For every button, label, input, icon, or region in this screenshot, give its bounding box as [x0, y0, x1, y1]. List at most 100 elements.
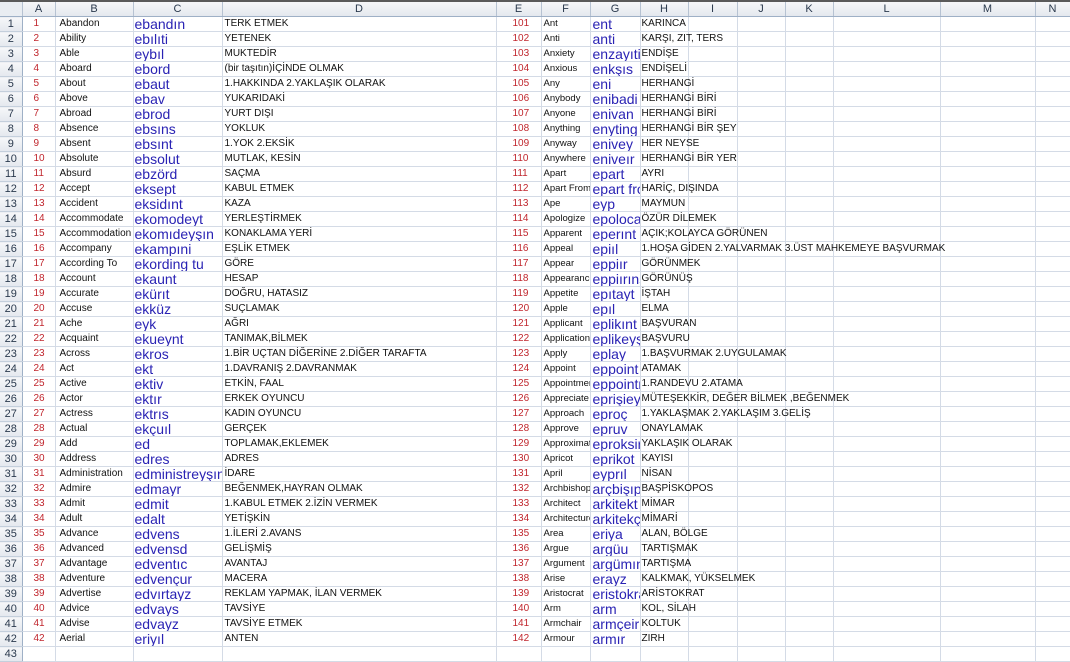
cell-pronunciation[interactable]: eppiırıns	[590, 271, 641, 287]
empty-cell[interactable]	[940, 346, 1036, 362]
cell-turkish-meaning[interactable]: HESAP	[222, 271, 497, 287]
empty-cell[interactable]	[785, 646, 834, 662]
cell-number[interactable]: 14	[22, 211, 56, 227]
cell-turkish-meaning[interactable]: TANIMAK,BİLMEK	[222, 331, 497, 347]
empty-cell[interactable]	[1035, 16, 1070, 32]
cell-number[interactable]: 135	[496, 526, 542, 542]
empty-cell[interactable]	[785, 511, 834, 527]
cell-turkish-meaning[interactable]: YETİŞKİN	[222, 511, 497, 527]
empty-cell[interactable]	[737, 586, 786, 602]
cell-turkish-meaning[interactable]: 1.HAKKINDA 2.YAKLAŞIK OLARAK	[222, 76, 497, 92]
cell-pronunciation[interactable]: epart fro	[590, 181, 641, 197]
empty-cell[interactable]	[1035, 211, 1070, 227]
cell-turkish-meaning[interactable]: KONAKLAMA YERİ	[222, 226, 497, 242]
cell-pronunciation[interactable]: eriyıl	[133, 631, 223, 647]
cell-english-word[interactable]: Aerial	[55, 631, 134, 647]
empty-cell[interactable]	[940, 406, 1036, 422]
cell-number[interactable]: 127	[496, 406, 542, 422]
cell-english-word[interactable]: Actor	[55, 391, 134, 407]
empty-cell[interactable]	[1035, 646, 1070, 662]
empty-cell[interactable]	[1035, 46, 1070, 62]
empty-cell[interactable]	[785, 121, 834, 137]
empty-cell[interactable]	[1035, 391, 1070, 407]
empty-cell[interactable]	[737, 151, 786, 167]
empty-cell[interactable]	[833, 406, 941, 422]
empty-cell[interactable]	[785, 181, 834, 197]
empty-cell[interactable]	[737, 166, 786, 182]
cell-pronunciation[interactable]: enyting	[590, 121, 641, 137]
cell-english-word[interactable]: Archbishop	[541, 481, 591, 497]
empty-cell[interactable]	[1035, 331, 1070, 347]
empty-cell[interactable]	[785, 376, 834, 392]
empty-cell[interactable]	[688, 466, 738, 482]
empty-cell[interactable]	[940, 256, 1036, 272]
cell-english-word[interactable]: Apart From	[541, 181, 591, 197]
column-header-n[interactable]: N	[1035, 1, 1070, 17]
cell-turkish-meaning[interactable]: YURT DIŞI	[222, 106, 497, 122]
row-header[interactable]: 22	[0, 331, 23, 347]
cell-pronunciation[interactable]: epoloca	[590, 211, 641, 227]
cell-turkish-meaning[interactable]: ARİSTOKRAT	[640, 586, 704, 602]
empty-cell[interactable]	[833, 106, 941, 122]
cell-pronunciation[interactable]: ebsınt	[133, 136, 223, 152]
cell-english-word[interactable]: Appeal	[541, 241, 591, 257]
cell-turkish-meaning[interactable]: ENDİŞELİ	[640, 61, 689, 77]
cell-number[interactable]: 19	[22, 286, 56, 302]
cell-english-word[interactable]	[55, 646, 134, 662]
cell-turkish-meaning[interactable]: KARŞI, ZIT, TERS	[640, 31, 723, 47]
cell-english-word[interactable]: Act	[55, 361, 134, 377]
cell-turkish-meaning[interactable]: 1.İLERİ 2.AVANS	[222, 526, 497, 542]
empty-cell[interactable]	[833, 16, 941, 32]
cell-turkish-meaning[interactable]: GERÇEK	[222, 421, 497, 437]
empty-cell[interactable]	[785, 166, 834, 182]
cell-number[interactable]: 106	[496, 91, 542, 107]
cell-english-word[interactable]: Architect	[541, 496, 591, 512]
cell-number[interactable]: 119	[496, 286, 542, 302]
empty-cell[interactable]	[785, 541, 834, 557]
empty-cell[interactable]	[940, 301, 1036, 317]
empty-cell[interactable]	[785, 631, 834, 647]
empty-cell[interactable]	[940, 166, 1036, 182]
cell-english-word[interactable]: Armchair	[541, 616, 591, 632]
empty-cell[interactable]	[1035, 466, 1070, 482]
cell-number[interactable]: 138	[496, 571, 542, 587]
empty-cell[interactable]	[737, 136, 786, 152]
cell-pronunciation[interactable]: eni	[590, 76, 641, 92]
cell-turkish-meaning[interactable]: MUKTEDİR	[222, 46, 497, 62]
row-header[interactable]: 35	[0, 526, 23, 542]
cell-turkish-meaning[interactable]: EŞLİK ETMEK	[222, 241, 497, 257]
cell-number[interactable]: 41	[22, 616, 56, 632]
cell-number[interactable]: 124	[496, 361, 542, 377]
cell-pronunciation[interactable]: ebılıti	[133, 31, 223, 47]
cell-number[interactable]: 15	[22, 226, 56, 242]
empty-cell[interactable]	[833, 436, 941, 452]
cell-pronunciation[interactable]: armçeir	[590, 616, 641, 632]
cell-pronunciation[interactable]: ebzörd	[133, 166, 223, 182]
cell-english-word[interactable]: Accompany	[55, 241, 134, 257]
cell-english-word[interactable]: Absent	[55, 136, 134, 152]
empty-cell[interactable]	[688, 271, 738, 287]
cell-english-word[interactable]: Acquaint	[55, 331, 134, 347]
row-header[interactable]: 20	[0, 301, 23, 317]
cell-turkish-meaning[interactable]: KALKMAK, YÜKSELMEK	[640, 571, 755, 587]
cell-english-word[interactable]: Adult	[55, 511, 134, 527]
column-header-j[interactable]: J	[737, 1, 786, 17]
cell-number[interactable]: 122	[496, 331, 542, 347]
cell-pronunciation[interactable]: ekçuıl	[133, 421, 223, 437]
row-header[interactable]: 42	[0, 631, 23, 647]
cell-number[interactable]: 110	[496, 151, 542, 167]
cell-number[interactable]: 116	[496, 241, 542, 257]
cell-english-word[interactable]: Appetite	[541, 286, 591, 302]
cell-number[interactable]: 18	[22, 271, 56, 287]
cell-pronunciation[interactable]: ebav	[133, 91, 223, 107]
cell-pronunciation[interactable]: ebrod	[133, 106, 223, 122]
empty-cell[interactable]	[833, 391, 941, 407]
cell-pronunciation[interactable]: edalt	[133, 511, 223, 527]
cell-number[interactable]: 34	[22, 511, 56, 527]
cell-number[interactable]: 39	[22, 586, 56, 602]
cell-pronunciation[interactable]: eppointr	[590, 376, 641, 392]
cell-english-word[interactable]: Abandon	[55, 16, 134, 32]
empty-cell[interactable]	[1035, 61, 1070, 77]
cell-turkish-meaning[interactable]: İŞTAH	[640, 286, 689, 302]
column-header-i[interactable]: I	[688, 1, 738, 17]
